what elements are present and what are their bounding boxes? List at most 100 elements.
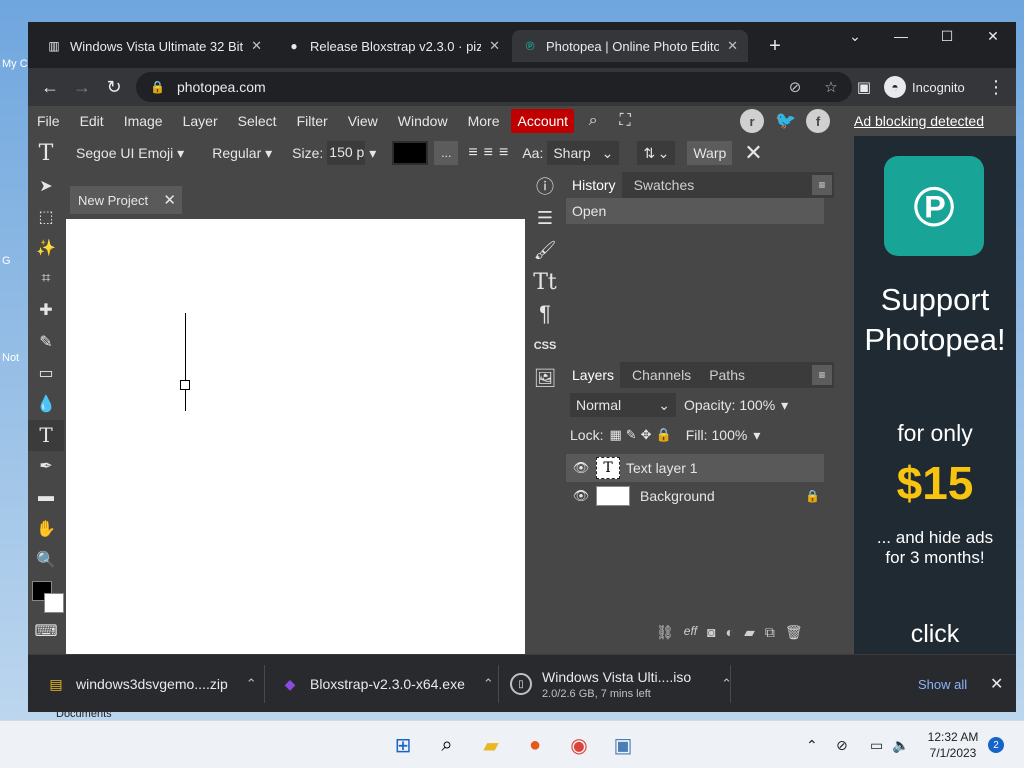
- eye-icon[interactable]: 👁: [566, 460, 596, 476]
- fullscreen-icon[interactable]: ⛶: [612, 109, 638, 133]
- tab-layers[interactable]: Layers: [566, 362, 621, 388]
- info-icon[interactable]: ⓘ: [525, 170, 565, 202]
- hand-tool-icon[interactable]: ✋: [28, 513, 64, 544]
- move-tool-icon[interactable]: ➤: [28, 170, 64, 201]
- more-options-button[interactable]: ...: [434, 141, 459, 165]
- tab-history[interactable]: History: [566, 172, 622, 198]
- menu-view[interactable]: View: [338, 109, 388, 133]
- forward-icon[interactable]: →: [68, 73, 96, 101]
- font-style-select[interactable]: Regular ▾: [212, 145, 272, 162]
- text-tool-icon[interactable]: T: [28, 141, 64, 166]
- eye-icon[interactable]: 👁: [566, 488, 596, 504]
- zoom-tool-icon[interactable]: 🔍: [28, 544, 64, 575]
- text-orientation-select[interactable]: ⇅ ⌄: [637, 141, 676, 165]
- gradient-tool-icon[interactable]: ▭: [28, 357, 64, 388]
- close-tab-icon[interactable]: ✕: [727, 38, 738, 54]
- search-icon[interactable]: ⌕: [433, 731, 461, 759]
- type-tool-icon[interactable]: T: [28, 419, 64, 451]
- maximize-button[interactable]: ☐: [924, 22, 970, 50]
- url-input[interactable]: 🔒 photopea.com ⊘ ☆: [136, 72, 852, 102]
- lock-options-icons[interactable]: ▦✎✥🔒: [609, 427, 675, 443]
- layer-row[interactable]: 👁 T Text layer 1: [566, 454, 824, 482]
- download-item[interactable]: ▤ windows3dsvgemo....zip ⌃: [46, 655, 257, 713]
- show-all-link[interactable]: Show all: [918, 655, 967, 713]
- menu-select[interactable]: Select: [228, 109, 287, 133]
- menu-edit[interactable]: Edit: [70, 109, 114, 133]
- blend-mode-select[interactable]: Normal ⌄: [570, 393, 676, 417]
- chrome-icon[interactable]: ◉: [565, 731, 593, 759]
- lock-icon[interactable]: 🔒: [150, 80, 165, 94]
- trash-icon[interactable]: 🗑: [785, 624, 803, 641]
- fill-value[interactable]: 100%: [712, 427, 748, 443]
- marquee-tool-icon[interactable]: ⬚: [28, 201, 64, 232]
- image-icon[interactable]: 🖼: [525, 362, 565, 394]
- chevron-up-icon[interactable]: ⌃: [246, 676, 257, 692]
- close-window-button[interactable]: ✕: [970, 22, 1016, 50]
- reload-icon[interactable]: ↻: [100, 73, 128, 101]
- menu-file[interactable]: File: [28, 109, 70, 133]
- new-tab-button[interactable]: +: [752, 30, 798, 62]
- tab-swatches[interactable]: Swatches: [628, 172, 701, 198]
- tab-search-icon[interactable]: ⌄: [832, 22, 878, 50]
- text-align-buttons[interactable]: ≡≡≡: [468, 144, 514, 162]
- desktop-icon-label[interactable]: Not: [2, 352, 28, 364]
- menu-filter[interactable]: Filter: [287, 109, 338, 133]
- close-tab-icon[interactable]: ✕: [489, 38, 500, 54]
- shape-tool-icon[interactable]: ▬: [28, 482, 64, 513]
- twitter-icon[interactable]: 🐦: [774, 109, 798, 133]
- menu-more[interactable]: More: [458, 109, 510, 133]
- support-ad[interactable]: ℗ Support Photopea! for only $15 ... and…: [854, 136, 1016, 654]
- notification-badge[interactable]: 2: [988, 737, 1004, 753]
- ad-blocking-link[interactable]: Ad blocking detected: [854, 106, 1016, 136]
- display-icon[interactable]: ▭: [870, 721, 883, 768]
- browser-menu-icon[interactable]: ⋮: [982, 73, 1010, 101]
- download-item[interactable]: ▯ Windows Vista Ulti....iso 2.0/2.6 GB, …: [510, 655, 732, 713]
- desktop-icon-label[interactable]: My C: [2, 58, 28, 70]
- tray-overflow-icon[interactable]: ⌃: [806, 721, 818, 768]
- ad-cta[interactable]: click: [854, 620, 1016, 649]
- download-item[interactable]: ◆ Bloxstrap-v2.3.0-x64.exe ⌃: [280, 655, 494, 713]
- tab-paths[interactable]: Paths: [703, 362, 751, 388]
- close-tab-icon[interactable]: ✕: [251, 38, 262, 54]
- network-off-icon[interactable]: ⊘: [836, 721, 848, 768]
- browser-tab-active[interactable]: ℗ Photopea | Online Photo Editor ✕: [512, 30, 748, 62]
- eye-off-icon[interactable]: ⊘: [782, 72, 808, 102]
- font-family-select[interactable]: Segoe UI Emoji ▾: [76, 145, 184, 162]
- start-icon[interactable]: ⊞: [389, 731, 417, 759]
- text-color-swatch[interactable]: [392, 141, 429, 165]
- document-tab[interactable]: New Project ✕: [70, 186, 182, 214]
- desktop-icon-label[interactable]: G: [2, 255, 28, 267]
- panel-menu-icon[interactable]: ≡: [812, 175, 832, 195]
- brush-settings-icon[interactable]: 🖌: [525, 234, 565, 266]
- bookmark-star-icon[interactable]: ☆: [818, 72, 844, 102]
- warp-button[interactable]: Warp: [687, 141, 733, 165]
- browser-tab[interactable]: ▥ Windows Vista Ultimate 32 Bit SP ✕: [36, 30, 272, 62]
- keyboard-icon[interactable]: ⌨: [28, 615, 64, 646]
- opacity-dropdown-icon[interactable]: ▾: [781, 397, 788, 414]
- cancel-edit-icon[interactable]: ✕: [744, 140, 762, 166]
- back-icon[interactable]: ←: [36, 73, 64, 101]
- minimize-button[interactable]: —: [878, 22, 924, 50]
- mask-icon[interactable]: ◙: [707, 624, 715, 641]
- menu-layer[interactable]: Layer: [173, 109, 228, 133]
- blur-tool-icon[interactable]: 💧: [28, 388, 64, 419]
- adjustment-icon[interactable]: ◐: [726, 624, 734, 641]
- reddit-icon[interactable]: r: [740, 109, 764, 133]
- color-swatches[interactable]: [28, 575, 64, 615]
- clock[interactable]: 12:32 AM 7/1/2023: [920, 729, 986, 761]
- chevron-up-icon[interactable]: ⌃: [483, 676, 494, 692]
- app-icon[interactable]: ▣: [609, 731, 637, 759]
- menu-image[interactable]: Image: [114, 109, 173, 133]
- file-explorer-icon[interactable]: ▰: [477, 731, 505, 759]
- tab-channels[interactable]: Channels: [626, 362, 697, 388]
- history-entry[interactable]: Open: [566, 198, 824, 224]
- facebook-icon[interactable]: f: [806, 109, 830, 133]
- browser-tab[interactable]: ● Release Bloxstrap v2.3.0 · pizzab ✕: [276, 30, 510, 62]
- healing-tool-icon[interactable]: ✚: [28, 295, 64, 326]
- firefox-icon[interactable]: ●: [521, 731, 549, 759]
- panel-menu-icon[interactable]: ≡: [812, 365, 832, 385]
- close-downloads-icon[interactable]: ✕: [990, 655, 1003, 713]
- character-icon[interactable]: Tt: [525, 266, 565, 298]
- menu-window[interactable]: Window: [388, 109, 458, 133]
- fill-dropdown-icon[interactable]: ▾: [753, 427, 760, 444]
